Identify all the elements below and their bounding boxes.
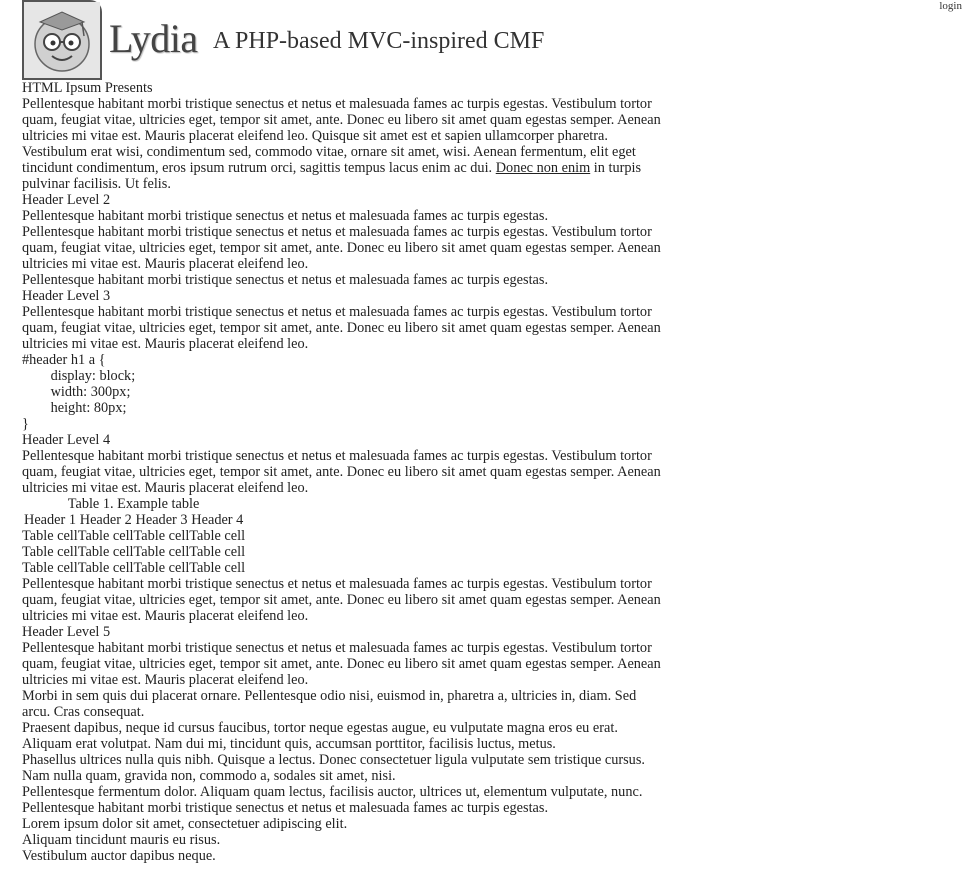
site-logo[interactable] (22, 0, 102, 80)
main-content: HTML Ipsum Presents Pellentesque habitan… (22, 80, 662, 864)
list-item: Pellentesque habitant morbi tristique se… (22, 640, 661, 688)
table-cell: Table cell (77, 560, 134, 576)
table-caption: Table 1. Example table (67, 496, 200, 512)
paragraph-after-table: Pellentesque habitant morbi tristique se… (22, 576, 661, 624)
heading-level-5: Header Level 5 (22, 624, 111, 640)
list-level-3: Pellentesque habitant morbi tristique se… (22, 304, 662, 352)
code-line: } (22, 416, 29, 432)
list-item: Vestibulum auctor dapibus neque. (22, 848, 216, 864)
page-wrapper: Lydia A PHP-based MVC-inspired CMF HTML … (22, 0, 662, 864)
table-header-cell: Header 1 (24, 512, 76, 528)
list-item: Pellentesque habitant morbi tristique se… (22, 304, 661, 352)
list-tail: Lorem ipsum dolor sit amet, consectetuer… (22, 816, 662, 864)
intro-paragraph: Pellentesque habitant morbi tristique se… (22, 96, 662, 192)
code-line: #header h1 a { (22, 352, 106, 368)
list-level-2: Pellentesque habitant morbi tristique se… (22, 208, 662, 288)
login-link[interactable]: login (939, 0, 962, 12)
code-line: height: 80px; (22, 400, 127, 416)
code-line: display: block; (22, 368, 136, 384)
code-block: #header h1 a { display: block; width: 30… (22, 352, 662, 432)
heading-level-2: Header Level 2 (22, 192, 111, 208)
site-header: Lydia A PHP-based MVC-inspired CMF (22, 0, 662, 80)
list-item: Pellentesque habitant morbi tristique se… (22, 272, 549, 288)
table-cell: Table cell (77, 528, 134, 544)
table-cell: Table cell (189, 528, 246, 544)
table-row: Table cell Table cell Table cell Table c… (22, 528, 245, 544)
table-cell: Table cell (133, 560, 190, 576)
table-cell: Table cell (133, 544, 190, 560)
table-header-cell: Header 3 (135, 512, 188, 528)
list-item: Aliquam tincidunt mauris eu risus. (22, 832, 221, 848)
site-slogan: A PHP-based MVC-inspired CMF (213, 28, 545, 54)
list-item: Pellentesque habitant morbi tristique se… (22, 224, 661, 272)
table-cell: Table cell (133, 528, 190, 544)
table-header-row: Header 1 Header 2 Header 3 Header 4 (22, 512, 245, 528)
table-cell: Table cell (189, 560, 246, 576)
list-item: Praesent dapibus, neque id cursus faucib… (22, 720, 618, 752)
table-cell: Table cell (22, 544, 78, 560)
table-cell: Table cell (189, 544, 246, 560)
table-cell: Table cell (22, 560, 78, 576)
list-item: Pellentesque habitant morbi tristique se… (22, 208, 549, 224)
code-line: width: 300px; (22, 384, 131, 400)
table-cell: Table cell (77, 544, 134, 560)
list-item: Phasellus ultrices nulla quis nibh. Quis… (22, 752, 645, 784)
list-item: Pellentesque fermentum dolor. Aliquam qu… (22, 784, 643, 800)
table-header-cell: Header 2 (79, 512, 132, 528)
list-level-5: Pellentesque habitant morbi tristique se… (22, 640, 662, 816)
table-cell: Table cell (22, 528, 78, 544)
heading-level-4: Header Level 4 (22, 432, 111, 448)
heading-level-3: Header Level 3 (22, 288, 111, 304)
list-item: Pellentesque habitant morbi tristique se… (22, 800, 549, 816)
list-item: Morbi in sem quis dui placerat ornare. P… (22, 688, 637, 720)
example-table: Table 1. Example table Header 1 Header 2… (22, 496, 245, 576)
list-item: Lorem ipsum dolor sit amet, consectetuer… (22, 816, 348, 832)
table-header-cell: Header 4 (191, 512, 244, 528)
table-row: Table cell Table cell Table cell Table c… (22, 544, 245, 560)
owl-mascot-icon (24, 2, 100, 78)
table-row: Table cell Table cell Table cell Table c… (22, 560, 245, 576)
heading-level-1: HTML Ipsum Presents (22, 80, 153, 96)
paragraph-level-4: Pellentesque habitant morbi tristique se… (22, 448, 661, 496)
donec-non-enim-link[interactable]: Donec non enim (496, 160, 591, 176)
site-title[interactable]: Lydia (109, 16, 198, 62)
